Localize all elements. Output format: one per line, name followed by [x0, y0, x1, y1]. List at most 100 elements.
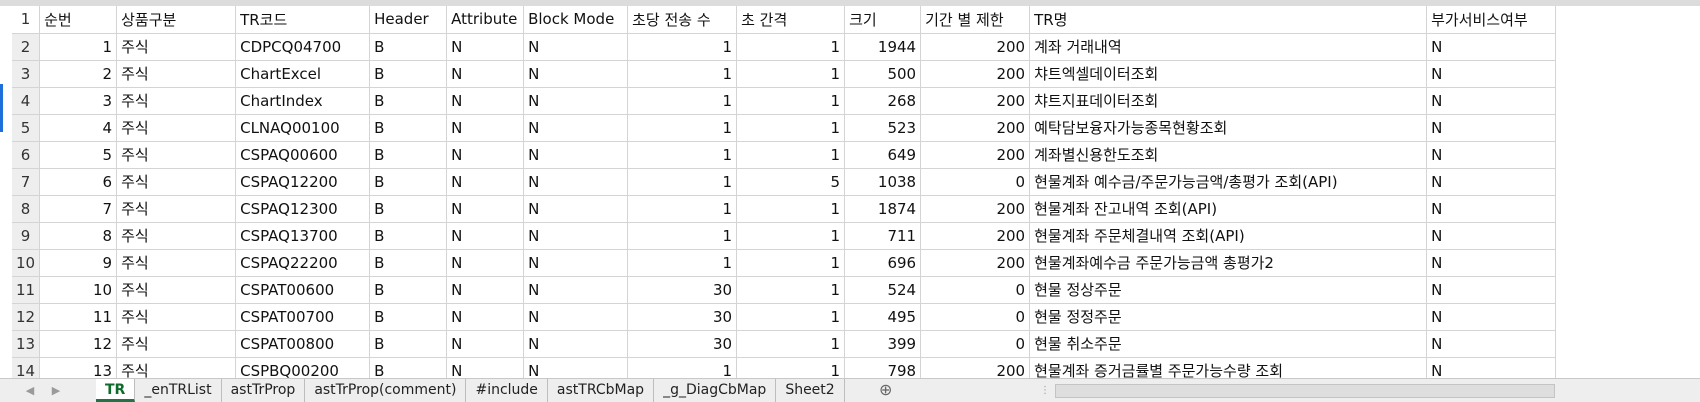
row-number[interactable]: 6 — [12, 141, 41, 169]
table-cell[interactable]: N — [523, 141, 629, 169]
table-cell[interactable]: N — [523, 168, 629, 196]
column-header-cell[interactable]: Block Mode — [523, 6, 629, 34]
table-cell[interactable]: 5 — [736, 168, 846, 196]
row-number[interactable]: 5 — [12, 114, 41, 142]
table-cell[interactable]: 711 — [844, 222, 922, 250]
table-cell[interactable]: CDPCQ04700 — [235, 33, 371, 61]
table-cell[interactable]: B — [369, 33, 448, 61]
table-cell[interactable]: 주식 — [116, 87, 237, 115]
table-cell[interactable]: 0 — [920, 330, 1031, 358]
table-cell[interactable]: 1 — [736, 60, 846, 88]
table-cell[interactable]: 1 — [627, 168, 738, 196]
table-cell[interactable]: N — [523, 330, 629, 358]
table-cell[interactable]: 현물계좌 예수금/주문가능금액/총평가 조회(API) — [1029, 168, 1428, 196]
table-cell[interactable]: ChartIndex — [235, 87, 371, 115]
table-cell[interactable]: N — [446, 222, 525, 250]
table-cell[interactable]: CSPAQ13700 — [235, 222, 371, 250]
table-cell[interactable]: 200 — [920, 87, 1031, 115]
column-header-cell[interactable]: Header — [369, 6, 448, 34]
table-cell[interactable]: 1 — [736, 249, 846, 277]
table-cell[interactable]: CSPAT00700 — [235, 303, 371, 331]
table-cell[interactable]: 1944 — [844, 33, 922, 61]
table-cell[interactable]: N — [523, 33, 629, 61]
table-cell[interactable]: CSPAT00800 — [235, 330, 371, 358]
table-cell[interactable]: N — [1426, 33, 1557, 61]
table-cell[interactable]: 9 — [39, 249, 118, 277]
table-cell[interactable]: 12 — [39, 330, 118, 358]
table-cell[interactable]: 주식 — [116, 222, 237, 250]
table-cell[interactable]: 523 — [844, 114, 922, 142]
table-cell[interactable]: 1 — [627, 114, 738, 142]
table-cell[interactable]: 1 — [736, 114, 846, 142]
table-cell[interactable]: N — [1426, 195, 1557, 223]
table-cell[interactable]: CSPAQ12300 — [235, 195, 371, 223]
table-cell[interactable]: 200 — [920, 60, 1031, 88]
table-cell[interactable]: 주식 — [116, 303, 237, 331]
table-cell[interactable]: N — [523, 195, 629, 223]
sheet-tab[interactable]: #include — [466, 379, 548, 402]
table-cell[interactable]: 1 — [736, 303, 846, 331]
table-cell[interactable]: CSPAQ22200 — [235, 249, 371, 277]
table-cell[interactable]: CLNAQ00100 — [235, 114, 371, 142]
row-number[interactable]: 1 — [12, 6, 41, 34]
table-cell[interactable]: CSPAQ00600 — [235, 141, 371, 169]
table-cell[interactable]: 3 — [39, 87, 118, 115]
table-cell[interactable]: 268 — [844, 87, 922, 115]
table-cell[interactable]: CSPAQ12200 — [235, 168, 371, 196]
table-cell[interactable]: 주식 — [116, 330, 237, 358]
table-cell[interactable]: N — [1426, 222, 1557, 250]
row-number[interactable]: 12 — [12, 303, 41, 331]
table-cell[interactable]: 주식 — [116, 195, 237, 223]
table-cell[interactable]: 200 — [920, 141, 1031, 169]
table-cell[interactable]: 6 — [39, 168, 118, 196]
table-cell[interactable]: N — [1426, 303, 1557, 331]
horizontal-scrollbar[interactable] — [1055, 384, 1555, 398]
table-cell[interactable]: 주식 — [116, 276, 237, 304]
table-cell[interactable]: N — [446, 87, 525, 115]
table-cell[interactable]: 200 — [920, 195, 1031, 223]
column-header-cell[interactable]: 순번 — [39, 6, 118, 34]
table-cell[interactable]: N — [1426, 276, 1557, 304]
table-cell[interactable]: B — [369, 330, 448, 358]
sheet-tab[interactable]: Sheet2 — [776, 379, 845, 402]
table-cell[interactable]: 주식 — [116, 33, 237, 61]
table-cell[interactable]: 0 — [920, 303, 1031, 331]
table-cell[interactable]: 1 — [39, 33, 118, 61]
table-cell[interactable]: ChartExcel — [235, 60, 371, 88]
table-cell[interactable]: N — [446, 276, 525, 304]
table-cell[interactable]: N — [523, 276, 629, 304]
table-cell[interactable]: 계좌 거래내역 — [1029, 33, 1428, 61]
row-number[interactable]: 9 — [12, 222, 41, 250]
sheet-tab[interactable]: astTrProp — [221, 379, 306, 402]
table-cell[interactable]: N — [446, 114, 525, 142]
table-cell[interactable]: N — [523, 60, 629, 88]
table-cell[interactable]: 399 — [844, 330, 922, 358]
table-cell[interactable]: N — [523, 222, 629, 250]
row-number[interactable]: 4 — [12, 87, 41, 115]
table-cell[interactable]: 1 — [627, 60, 738, 88]
table-cell[interactable]: N — [523, 249, 629, 277]
table-cell[interactable]: B — [369, 276, 448, 304]
sheet-tab[interactable]: astTRCbMap — [547, 379, 655, 402]
add-sheet-icon[interactable]: ⊕ — [875, 379, 897, 402]
column-header-cell[interactable]: TR코드 — [235, 6, 371, 34]
table-cell[interactable]: N — [446, 33, 525, 61]
table-cell[interactable]: N — [1426, 168, 1557, 196]
table-cell[interactable]: 1 — [736, 141, 846, 169]
table-cell[interactable]: 30 — [627, 330, 738, 358]
column-header-cell[interactable]: 기간 별 제한 — [920, 6, 1031, 34]
table-cell[interactable]: 649 — [844, 141, 922, 169]
table-cell[interactable]: 5 — [39, 141, 118, 169]
sheet-tab[interactable]: _enTRList — [135, 379, 222, 402]
row-number[interactable]: 13 — [12, 330, 41, 358]
table-cell[interactable]: B — [369, 303, 448, 331]
table-cell[interactable]: N — [523, 87, 629, 115]
table-cell[interactable]: 현물계좌예수금 주문가능금액 총평가2 — [1029, 249, 1428, 277]
table-cell[interactable]: N — [446, 195, 525, 223]
table-cell[interactable]: 현물계좌 잔고내역 조회(API) — [1029, 195, 1428, 223]
table-cell[interactable]: 200 — [920, 222, 1031, 250]
scroll-tabs-left-icon[interactable]: ◀ — [20, 382, 40, 400]
spreadsheet-grid[interactable]: 1 순번 상품구분 TR코드 Header Attribute Block Mode 초당 전… — [12, 6, 1557, 385]
sheet-tab[interactable]: TR — [96, 379, 136, 402]
table-cell[interactable]: 현물 취소주문 — [1029, 330, 1428, 358]
